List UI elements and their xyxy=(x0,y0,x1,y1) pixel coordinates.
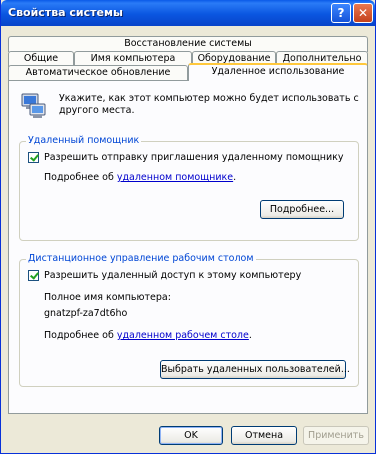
tab-automatic-updates[interactable]: Автоматическое обновление xyxy=(8,65,188,81)
allow-remote-access-label: Разрешить удаленный доступ к этому компь… xyxy=(44,270,302,281)
checkbox-icon[interactable] xyxy=(28,152,39,163)
window-title: Свойства системы xyxy=(8,6,123,19)
checkbox-icon[interactable] xyxy=(28,270,39,281)
allow-remote-access-checkbox[interactable]: Разрешить удаленный доступ к этому компь… xyxy=(28,270,301,281)
remote-desktop-link[interactable]: удаленном рабочем столе xyxy=(117,330,249,341)
select-remote-users-button[interactable]: Выбрать удаленных пользователей... xyxy=(160,360,350,379)
tab-row-3: Автоматическое обновление Удаленное испо… xyxy=(8,63,368,81)
intro-text: Укажите, как этот компьютер можно будет … xyxy=(59,93,359,116)
full-computer-name-label: Полное имя компьютера: xyxy=(44,292,171,303)
remote-assistance-link[interactable]: удаленном помощнике xyxy=(117,172,233,183)
tab-row-1: Восстановление системы xyxy=(8,36,368,52)
cancel-button[interactable]: Отмена xyxy=(231,426,297,445)
allow-invitations-checkbox[interactable]: Разрешить отправку приглашения удаленном… xyxy=(28,152,344,163)
remote-desktop-more: Подробнее об удаленном рабочем столе. xyxy=(44,330,252,341)
allow-invitations-label: Разрешить отправку приглашения удаленном… xyxy=(44,152,344,163)
remote-assistance-details-button[interactable]: Подробнее... xyxy=(260,200,344,219)
remote-assistance-group: Удаленный помощник Разрешить отправку пр… xyxy=(19,135,359,241)
remote-assistance-more: Подробнее об удаленном помощнике. xyxy=(44,172,237,183)
computer-name-value: gnatzpf-za7dt6ho xyxy=(44,308,128,319)
tab-remote[interactable]: Удаленное использование xyxy=(188,63,368,81)
apply-button[interactable]: Применить xyxy=(303,426,369,445)
ok-button[interactable]: OK xyxy=(159,426,223,445)
system-properties-window: Свойства системы ? ✕ Восстановление сист… xyxy=(0,0,376,454)
help-button[interactable]: ? xyxy=(331,3,351,23)
remote-desktop-title: Дистанционное управление рабочим столом xyxy=(26,253,256,264)
title-bar[interactable]: Свойства системы ? ✕ xyxy=(1,0,375,26)
remote-tab-panel: Укажите, как этот компьютер можно будет … xyxy=(8,80,368,414)
close-button[interactable]: ✕ xyxy=(353,3,373,23)
remote-desktop-group: Дистанционное управление рабочим столом … xyxy=(19,253,359,387)
remote-assistance-title: Удаленный помощник xyxy=(26,135,142,146)
computer-network-icon xyxy=(21,93,46,118)
tab-system-restore[interactable]: Восстановление системы xyxy=(8,36,368,52)
